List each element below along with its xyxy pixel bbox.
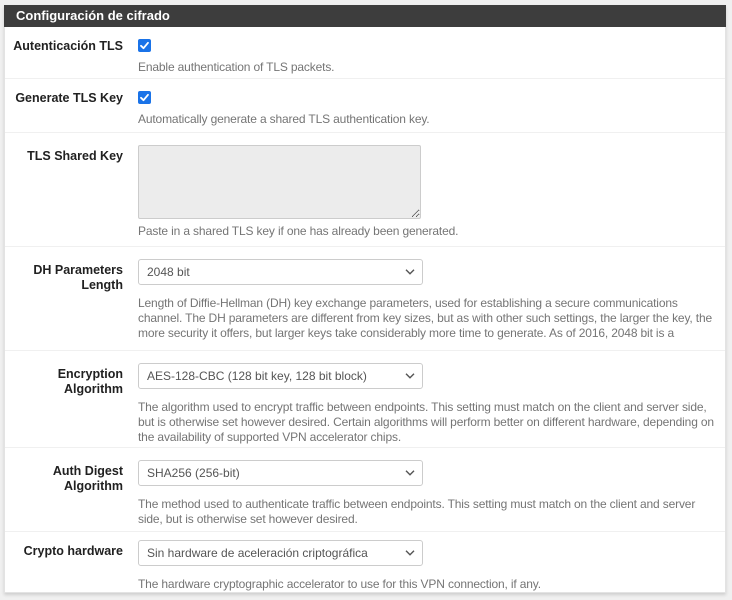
field-help: Enable authentication of TLS packets. xyxy=(138,60,719,75)
field-help: The algorithm used to encrypt traffic be… xyxy=(138,400,719,445)
tls-authentication-checkbox[interactable] xyxy=(138,39,151,52)
encryption-settings-panel: Configuración de cifrado Autenticación T… xyxy=(4,5,726,593)
field-label: Auth Digest Algorithm xyxy=(5,460,123,531)
form-row-tls-authentication: Autenticación TLS Enable authentication … xyxy=(5,27,725,79)
field-label: Generate TLS Key xyxy=(5,91,123,132)
field-help: Paste in a shared TLS key if one has alr… xyxy=(138,224,719,239)
check-icon xyxy=(138,91,151,104)
field-help: The hardware cryptographic accelerator t… xyxy=(138,577,719,592)
auth-digest-algorithm-select[interactable]: SHA256 (256-bit) xyxy=(138,460,423,486)
form-row-auth-digest-algorithm: Auth Digest Algorithm SHA256 (256-bit) T… xyxy=(5,448,725,532)
form-row-crypto-hardware: Crypto hardware Sin hardware de acelerac… xyxy=(5,532,725,592)
panel-title: Configuración de cifrado xyxy=(4,5,726,27)
tls-shared-key-textarea[interactable] xyxy=(138,145,421,219)
field-help: Length of Diffie-Hellman (DH) key exchan… xyxy=(138,296,719,342)
form-row-tls-shared-key: TLS Shared Key Paste in a shared TLS key… xyxy=(5,133,725,247)
form-row-encryption-algorithm: Encryption Algorithm AES-128-CBC (128 bi… xyxy=(5,351,725,448)
field-help: The method used to authenticate traffic … xyxy=(138,497,719,527)
form-row-dh-parameters-length: DH Parameters Length 2048 bit Length of … xyxy=(5,247,725,351)
field-help: Automatically generate a shared TLS auth… xyxy=(138,112,719,127)
dh-parameters-length-select[interactable]: 2048 bit xyxy=(138,259,423,285)
crypto-hardware-select[interactable]: Sin hardware de aceleración criptográfic… xyxy=(138,540,423,566)
check-icon xyxy=(138,39,151,52)
field-label: Crypto hardware xyxy=(5,540,123,592)
form-row-generate-tls-key: Generate TLS Key Automatically generate … xyxy=(5,79,725,133)
field-label: DH Parameters Length xyxy=(5,259,123,350)
encryption-algorithm-select[interactable]: AES-128-CBC (128 bit key, 128 bit block) xyxy=(138,363,423,389)
field-label: TLS Shared Key xyxy=(5,145,123,246)
generate-tls-key-checkbox[interactable] xyxy=(138,91,151,104)
field-label: Autenticación TLS xyxy=(5,39,123,78)
field-label: Encryption Algorithm xyxy=(5,363,123,447)
